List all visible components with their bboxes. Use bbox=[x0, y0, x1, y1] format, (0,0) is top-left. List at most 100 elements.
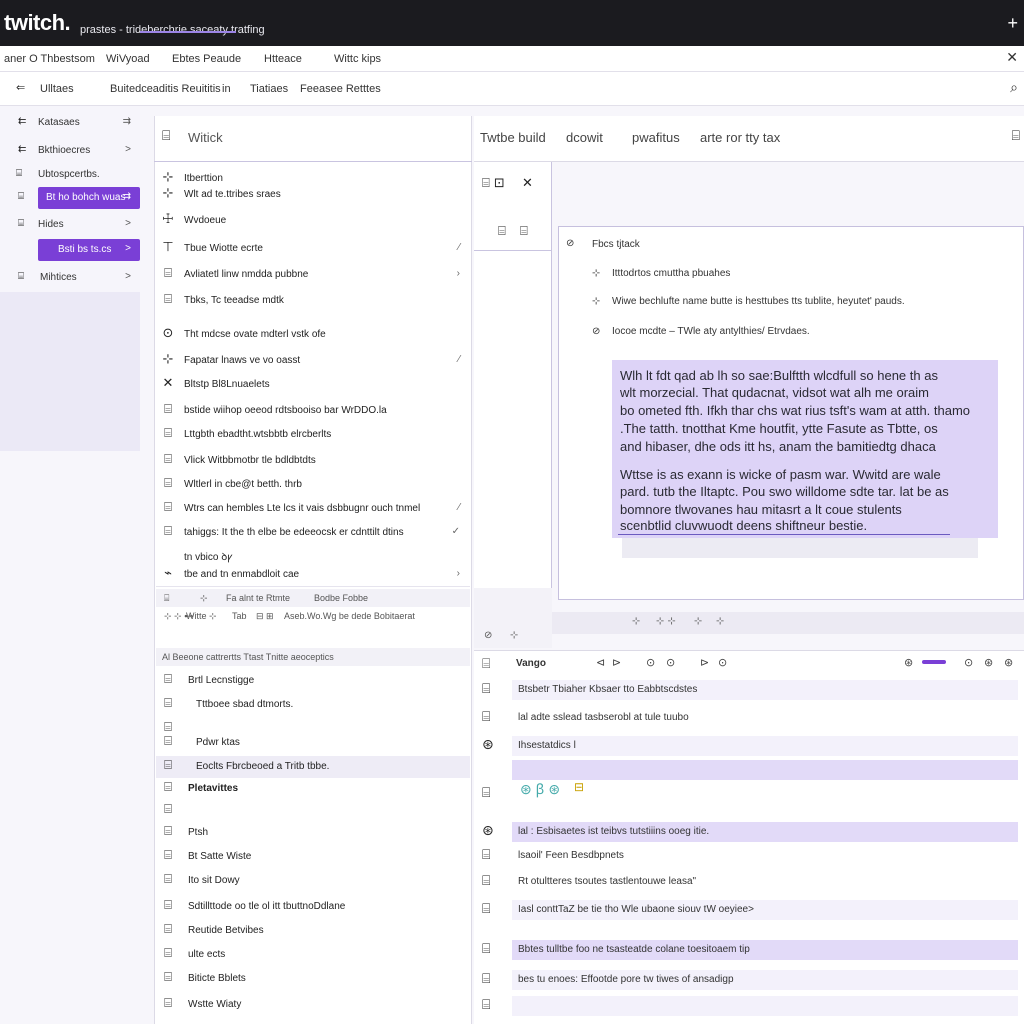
layout-icon[interactable]: ⌸ ⊡ bbox=[482, 176, 505, 191]
settings-icon[interactable]: ⊙ bbox=[666, 656, 675, 669]
list-item[interactable]: ⌸ bbox=[156, 800, 470, 822]
back-arrow-icon[interactable]: ⇐ bbox=[16, 81, 25, 94]
sidebar-item-2[interactable]: ⇇ Bkthioecres > bbox=[0, 140, 140, 162]
list-item[interactable]: ⌸ Biticte Bblets bbox=[156, 968, 470, 990]
row-action-icon[interactable]: › bbox=[457, 568, 460, 579]
filter-icon[interactable]: ⊟ ⊞ bbox=[256, 611, 274, 622]
list-item[interactable]: ⊙ Tht mdcse ovate mdterl vstk ofe bbox=[156, 324, 470, 346]
search-icon[interactable]: ⌕ bbox=[1010, 80, 1018, 96]
settings-icon[interactable]: ⊛ bbox=[984, 656, 993, 669]
up-icon[interactable]: ⊹ bbox=[510, 630, 518, 641]
list-item[interactable]: ☩ Wvdoeue bbox=[156, 210, 470, 232]
list-item[interactable]: ⊹ Fapatar lnaws ve vo oasst ⁄ bbox=[156, 350, 470, 372]
list-item[interactable]: ⌸ ulte ects bbox=[156, 944, 470, 966]
menu-item-5[interactable]: Wittc kips bbox=[334, 53, 381, 65]
sidebar-item-5[interactable]: ⌸ Hides > bbox=[0, 214, 140, 236]
tool-icon[interactable]: ⊹ bbox=[716, 616, 724, 627]
chat-message[interactable]: Bbtes tulltbe foo ne tsasteatde colane t… bbox=[512, 940, 1018, 960]
filter-label[interactable]: Bodbe Fobbe bbox=[314, 593, 368, 603]
chat-message[interactable]: Btsbetr Tbiaher Kbsaer tto Eabbtscdstes bbox=[512, 680, 1018, 700]
menu-item-2[interactable]: WiVyoad bbox=[106, 53, 150, 65]
menu-item-4[interactable]: Htteace bbox=[264, 53, 302, 65]
forward-icon[interactable]: ⊳ bbox=[612, 656, 621, 669]
list-item[interactable]: ⌸ Brtl Lecnstigge bbox=[156, 670, 470, 692]
tab-home[interactable]: Ulltaes bbox=[40, 83, 74, 95]
menu-item-3[interactable]: Ebtes Peaude bbox=[172, 53, 241, 65]
filter-icon[interactable]: ⌸ bbox=[164, 593, 169, 604]
sidebar-item-1[interactable]: ⇇ Katasaes ⇉ bbox=[0, 112, 140, 134]
star-icon[interactable]: ⊛ bbox=[904, 656, 913, 669]
row-action-icon[interactable]: › bbox=[457, 268, 460, 279]
list-item[interactable]: ⌸ Reutide Betvibes bbox=[156, 920, 470, 942]
grid-icon[interactable]: ⌸ bbox=[520, 224, 528, 239]
chat-message[interactable]: lal adte sslead tasbserobl at tule tuubo bbox=[512, 708, 1018, 728]
list-item[interactable]: ✕ Bltstp Bl8Lnuaelets bbox=[156, 374, 470, 396]
sidebar-item-7[interactable]: ⌸ Mihtices > bbox=[0, 267, 140, 289]
tab-1[interactable]: Buitedceaditis Reuititis bbox=[110, 83, 221, 95]
list-item[interactable]: ⌁ tbe and tn enmabdloit cae › bbox=[156, 564, 470, 586]
tab-4[interactable]: Feeasee Retttes bbox=[300, 83, 381, 95]
tool-icon[interactable]: ⊹ ⊹ bbox=[656, 616, 676, 627]
chat-message[interactable] bbox=[512, 760, 1018, 780]
list-item[interactable]: ⌸ Tttboee sbad dtmorts. bbox=[156, 694, 470, 716]
back-icon[interactable]: ⊲ bbox=[596, 656, 605, 669]
settings-icon[interactable]: ⊙ bbox=[646, 656, 655, 669]
list-item[interactable]: ⌸ Vlick Witbbmotbr tle bdldbtdts bbox=[156, 450, 470, 472]
list-item[interactable]: ⌸ Wltlerl in cbe@t betth. thrb bbox=[156, 474, 470, 496]
sidebar-item-3[interactable]: ⌸ Ubtospcertbs. bbox=[0, 164, 140, 186]
settings-icon[interactable]: ⊙ bbox=[718, 656, 727, 669]
list-item[interactable]: ⌸ Wtrs can hembles Lte lcs it vais dsbbug… bbox=[156, 498, 470, 520]
row-action-icon[interactable]: ⁄ bbox=[458, 502, 460, 513]
list-item[interactable]: ⌸ Ito sit Dowy bbox=[156, 870, 470, 892]
chat-message[interactable]: Ihsestatdics l bbox=[512, 736, 1018, 756]
chat-message[interactable] bbox=[512, 784, 1018, 804]
close-icon[interactable]: ✕ bbox=[522, 176, 533, 191]
tab-3[interactable]: Tiatiaes bbox=[250, 83, 288, 95]
list-item[interactable]: ⌸ Lttgbth ebadtht.wtsbbtb elrcberlts bbox=[156, 424, 470, 446]
list-item[interactable]: ⌸ Avliatetl linw nmdda pubbne › bbox=[156, 264, 470, 286]
chat-message[interactable]: lal : Esbisaetes ist teibvs tutstiiins o… bbox=[512, 822, 1018, 842]
twitch-logo[interactable]: twitch. bbox=[4, 10, 71, 36]
filter-label[interactable]: Aseb.Wo.Wg be dede Bobitaerat bbox=[284, 611, 415, 621]
chat-message[interactable]: Iasl conttTaZ be tie tho Wle ubaone siou… bbox=[512, 900, 1018, 920]
sidebar-item-6-active[interactable]: Bsti bs ts.cs > bbox=[38, 239, 140, 261]
chat-message[interactable]: lsaoil' Feen Besdbpnets bbox=[512, 846, 1018, 866]
menu-item-1[interactable]: aner O Thbestsom bbox=[4, 53, 95, 65]
layout-icon[interactable]: ⊘ bbox=[484, 630, 492, 641]
content-tab-3[interactable]: pwafitus bbox=[632, 130, 680, 145]
settings-icon[interactable]: ⊛ bbox=[1004, 656, 1013, 669]
row-action-icon[interactable]: ⁄ bbox=[458, 354, 460, 365]
list-item[interactable]: ⌸ Bt Satte Wiste bbox=[156, 846, 470, 868]
list-item[interactable]: ⌸ Wstte Wiaty bbox=[156, 994, 470, 1016]
panel-toggle-icon[interactable]: ⌸ bbox=[1012, 128, 1020, 144]
new-tab-plus-icon[interactable]: + bbox=[1007, 13, 1018, 34]
list-item[interactable]: ⌸ Sdtillttode oo tle ol itt tbuttnoDdlane bbox=[156, 896, 470, 918]
list-item[interactable]: tn vbico ꝺꝩ bbox=[156, 544, 470, 566]
list-item[interactable]: ⊤ Tbue Wiotte ecrte ⁄ bbox=[156, 238, 470, 260]
row-action-icon[interactable]: ✓ bbox=[452, 526, 460, 537]
chat-message[interactable]: bes tu enoes: Effootde pore tw tiwes of … bbox=[512, 970, 1018, 990]
list-item[interactable]: ⌸ tahiggs: It the th elbe be edeeocsk er … bbox=[156, 522, 470, 544]
list-item[interactable]: ⌸ Tbks, Tc teeadse mdtk bbox=[156, 290, 470, 312]
filter-label[interactable]: Witte ⊹ bbox=[186, 611, 217, 622]
tool-icon[interactable]: ⊹ bbox=[632, 616, 640, 627]
list-item[interactable]: ⌸ bstide wiihop oeeod rdtsbooiso bar WrDD… bbox=[156, 400, 470, 422]
filter-label[interactable]: Tab bbox=[232, 611, 247, 621]
filter-icon[interactable]: ⊹ bbox=[200, 593, 208, 604]
sidebar-item-4-active[interactable]: Bt ho bohch wuas ⇉ bbox=[38, 187, 140, 209]
list-item[interactable]: ⊹ Wlt ad te.ttribes sraes bbox=[156, 184, 470, 206]
list-item[interactable]: ⌸ Ptsh bbox=[156, 822, 470, 844]
grid-icon[interactable]: ⌸ bbox=[498, 224, 506, 239]
content-tab-4[interactable]: arte ror tty tax bbox=[700, 130, 780, 145]
close-icon[interactable]: ✕ bbox=[1006, 49, 1018, 66]
list-item[interactable]: ⌸ Eoclts Fbrcbeoed a Tritb tbbe. bbox=[156, 756, 470, 778]
tool-icon[interactable]: ⊹ bbox=[694, 616, 702, 627]
forward-icon[interactable]: ⊳ bbox=[700, 656, 709, 669]
content-tab-1[interactable]: Twtbe build bbox=[480, 130, 546, 145]
row-action-icon[interactable]: ⁄ bbox=[458, 242, 460, 253]
tab-2[interactable]: in bbox=[222, 83, 231, 95]
list-item[interactable]: ⌸ Pdwr ktas bbox=[156, 732, 470, 754]
list-item[interactable]: ⌸ Pletavittes bbox=[156, 778, 470, 800]
user-icon[interactable]: ⊙ bbox=[964, 656, 973, 669]
filter-label[interactable]: Fa alnt te Rtmte bbox=[226, 593, 290, 603]
